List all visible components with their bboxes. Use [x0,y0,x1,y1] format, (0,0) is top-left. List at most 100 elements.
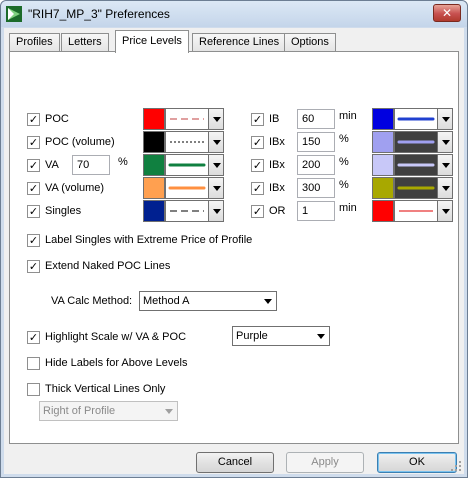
close-button[interactable]: ✕ [433,4,461,22]
chevron-down-icon [442,117,450,122]
line-style-dropdown-button[interactable] [208,131,224,153]
line-style-box[interactable] [394,108,438,130]
chevron-down-icon [313,327,329,345]
line-style-preview [397,163,435,167]
level-label: IBx [269,159,285,171]
line-style-preview [170,210,204,212]
chevron-down-icon [213,209,221,214]
close-icon: ✕ [441,6,453,20]
level-label: IBx [269,136,285,148]
chevron-down-icon [442,140,450,145]
color-swatch-button[interactable] [143,177,165,199]
level-label: Singles [45,205,82,217]
tab-options[interactable]: Options [284,33,336,52]
line-style-preview [168,186,206,190]
color-swatch-button[interactable] [372,200,394,222]
color-swatch-button[interactable] [143,131,165,153]
color-swatch-button[interactable] [143,200,165,222]
level-checkbox[interactable]: ✓ [27,182,40,195]
cancel-button[interactable]: Cancel [196,452,274,473]
line-style-preview [397,186,435,190]
line-style-box[interactable] [165,177,209,199]
line-style-preview [168,163,206,167]
level-checkbox[interactable]: ✓ [251,136,264,149]
color-swatch-button[interactable] [143,154,165,176]
level-label: POC (volume) [45,136,115,148]
ok-button[interactable]: OK [377,452,457,473]
color-swatch-button[interactable] [372,154,394,176]
level-checkbox[interactable]: ✓ [251,205,264,218]
level-checkbox[interactable]: ✓ [27,113,40,126]
line-style-dropdown-button[interactable] [208,177,224,199]
level-value-input[interactable]: 200 [297,155,335,175]
tab-profiles[interactable]: Profiles [9,33,60,52]
dialog-client-area: Profiles Letters Price Levels Reference … [4,28,464,474]
line-style-dropdown-button[interactable] [208,108,224,130]
line-style-dropdown-button[interactable] [437,131,453,153]
line-style-dropdown-button[interactable] [208,200,224,222]
color-swatch-button[interactable] [372,177,394,199]
va-calc-select[interactable]: Method A [139,291,277,311]
level-value-input[interactable]: 300 [297,178,335,198]
chevron-down-icon [161,402,177,420]
level-checkbox[interactable]: ✓ [251,182,264,195]
level-label: POC [45,113,69,125]
chevron-down-icon [442,163,450,168]
resize-grip-icon[interactable] [451,461,462,472]
line-style-box[interactable] [165,154,209,176]
profile-position-select[interactable]: Right of Profile [39,401,178,421]
chevron-down-icon [442,209,450,214]
chevron-down-icon [213,117,221,122]
color-swatch-button[interactable] [372,131,394,153]
line-style-box[interactable] [394,131,438,153]
line-style-dropdown-button[interactable] [208,154,224,176]
color-swatch-button[interactable] [143,108,165,130]
line-style-box[interactable] [394,177,438,199]
line-style-dropdown-button[interactable] [437,177,453,199]
line-style-box[interactable] [165,131,209,153]
level-value-input[interactable]: 150 [297,132,335,152]
level-label: IBx [269,182,285,194]
line-style-box[interactable] [394,154,438,176]
preferences-window: "RIH7_MP_3" Preferences ✕ Profiles Lette… [0,0,468,478]
level-unit-label: min [339,110,357,122]
chevron-down-icon [260,292,276,310]
line-style-dropdown-button[interactable] [437,154,453,176]
chevron-down-icon [213,140,221,145]
level-checkbox[interactable]: ✓ [27,159,40,172]
line-style-box[interactable] [165,200,209,222]
line-style-preview [399,210,433,212]
color-swatch-button[interactable] [372,108,394,130]
chevron-down-icon [213,163,221,168]
level-label: VA (volume) [45,182,105,194]
level-checkbox[interactable]: ✓ [27,205,40,218]
level-value-input[interactable]: 60 [297,109,335,129]
line-style-preview [397,117,435,121]
level-checkbox[interactable]: ✓ [251,159,264,172]
tab-price-levels[interactable]: Price Levels [115,30,189,53]
line-style-box[interactable] [165,108,209,130]
hide-labels-checkbox[interactable] [27,357,40,370]
highlight-scale-checkbox[interactable]: ✓ [27,331,40,344]
highlight-scale-label: Highlight Scale w/ VA & POC [45,331,187,343]
thick-vertical-checkbox[interactable] [27,383,40,396]
tab-letters[interactable]: Letters [61,33,109,52]
level-unit-label: % [339,133,349,145]
line-style-dropdown-button[interactable] [437,200,453,222]
tab-reference-lines[interactable]: Reference Lines [192,33,287,52]
level-value-input[interactable]: 70 [72,155,110,175]
level-unit-label: min [339,202,357,214]
level-checkbox[interactable]: ✓ [251,113,264,126]
level-checkbox[interactable]: ✓ [27,136,40,149]
line-style-box[interactable] [394,200,438,222]
level-label: IB [269,113,280,125]
level-value-input[interactable]: 1 [297,201,335,221]
apply-button[interactable]: Apply [286,452,364,473]
highlight-color-select[interactable]: Purple [232,326,330,346]
extend-poc-checkbox[interactable]: ✓ [27,260,40,273]
label-singles-checkbox[interactable]: ✓ [27,234,40,247]
title-bar[interactable]: "RIH7_MP_3" Preferences ✕ [1,1,467,27]
level-unit-label: % [339,156,349,168]
line-style-dropdown-button[interactable] [437,108,453,130]
line-style-preview [170,118,204,120]
